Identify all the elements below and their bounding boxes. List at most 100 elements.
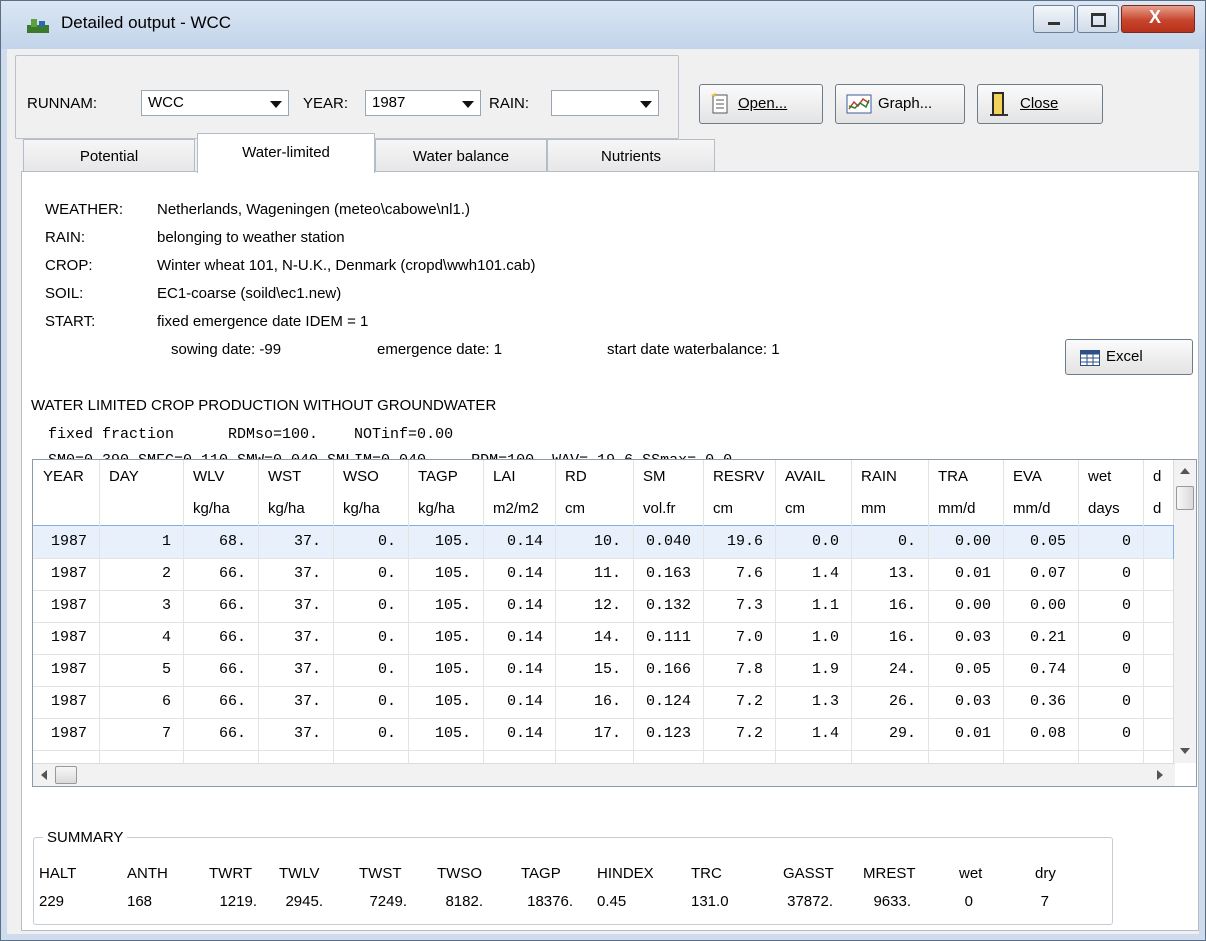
scrollbar-vertical[interactable] [1173,460,1196,763]
column-header[interactable]: TAGP [418,468,458,485]
summary-value: 7249. [369,893,407,910]
graph-button[interactable]: Graph... [835,84,965,124]
open-button[interactable]: Open... [699,84,823,124]
summary-header: TAGP [521,865,561,882]
summary-value: 7 [1040,893,1049,910]
column-unit: vol.fr [643,500,676,517]
minimize-icon [1048,22,1060,25]
close-window-button[interactable]: X [1121,5,1195,33]
summary-group [33,837,1113,925]
table-cell: 66. [218,597,246,614]
scroll-right-icon[interactable] [1157,770,1163,780]
results-grid[interactable]: YEAR DAY WLV kg/ha WST kg/ha WSO kg/ha TAGP kg/ha… [32,459,1197,787]
column-header[interactable]: DAY [109,468,139,485]
column-header[interactable]: WST [268,468,301,485]
scrollbar-thumb[interactable] [1176,486,1194,510]
table-cell: 105. [434,725,471,742]
table-cell: 16. [888,597,916,614]
summary-value: 2945. [285,893,323,910]
scrollbar-h-thumb[interactable] [55,766,77,784]
scroll-left-icon[interactable] [41,770,47,780]
close-button[interactable]: Close [977,84,1103,124]
column-header[interactable]: WLV [193,468,224,485]
table-cell: 105. [434,661,471,678]
summary-value: 229 [39,893,65,910]
scroll-up-icon[interactable] [1180,468,1190,474]
table-cell: 1.0 [811,629,839,646]
table-cell: 7.8 [735,661,763,678]
summary-value: 1219. [219,893,257,910]
column-header[interactable]: YEAR [43,468,84,485]
tab-nutrients-label: Nutrients [600,148,662,165]
table-cell: 13. [888,565,916,582]
table-cell: 4 [161,629,171,646]
column-header[interactable]: LAI [493,468,516,485]
runnam-select[interactable]: WCC [141,90,289,116]
column-divider [183,460,184,763]
summary-value: 131.0 [691,893,729,910]
tab-water-limited[interactable]: Water-limited [197,133,375,173]
rain-value-text: belonging to weather station [157,229,345,246]
year-select[interactable]: 1987 [365,90,481,116]
summary-header: TWSO [437,865,482,882]
weather-key: WEATHER: [45,201,124,218]
start-key: START: [45,313,96,330]
column-header[interactable]: d [1153,468,1161,485]
tab-potential[interactable]: Potential [23,139,195,171]
table-cell: 105. [434,693,471,710]
summary-value: 9633. [873,893,911,910]
column-header[interactable]: RESRV [713,468,764,485]
scroll-down-icon[interactable] [1180,748,1190,754]
window-title: Detailed output - WCC [61,13,232,32]
title-bar[interactable]: Detailed output - WCC X [1,1,1205,49]
column-header[interactable]: AVAIL [785,468,825,485]
minimize-button[interactable] [1033,5,1075,33]
column-header[interactable]: WSO [343,468,379,485]
table-cell: 0. [377,629,396,646]
soil-key: SOIL: [45,285,84,302]
start-value: fixed emergence date IDEM = 1 [157,313,369,330]
column-unit: cm [565,500,585,517]
maximize-button[interactable] [1077,5,1119,33]
maximize-icon [1091,13,1106,27]
tab-water-balance[interactable]: Water balance [375,139,547,171]
table-cell: 29. [888,725,916,742]
excel-button[interactable]: Excel [1065,339,1193,375]
table-cell: 1 [161,533,171,550]
table-cell: 0.03 [954,693,991,710]
table-cell: 0.14 [506,597,543,614]
column-header[interactable]: TRA [938,468,968,485]
column-divider [258,460,259,763]
table-cell: 68. [218,533,246,550]
column-header[interactable]: RAIN [861,468,897,485]
table-cell: 0.01 [954,565,991,582]
table-cell: 105. [434,565,471,582]
tab-water-balance-label: Water balance [412,148,510,165]
summary-header: TWST [359,865,402,882]
table-cell: 1.4 [811,565,839,582]
rain-select[interactable] [551,90,659,116]
column-header[interactable]: RD [565,468,587,485]
column-divider [703,460,704,763]
year-label: YEAR: [303,95,349,112]
column-unit: cm [785,500,805,517]
column-header[interactable]: SM [643,468,666,485]
table-cell: 0 [1121,533,1131,550]
table-cell: 0.03 [954,629,991,646]
close-label: Close [1020,95,1059,112]
table-cell: 1987 [50,693,87,710]
tab-nutrients[interactable]: Nutrients [547,139,715,171]
scrollbar-horizontal[interactable] [33,763,1175,786]
column-header[interactable]: EVA [1013,468,1042,485]
table-cell: 24. [888,661,916,678]
table-cell: 0.123 [645,725,691,742]
table-cell: 0.124 [645,693,691,710]
column-unit: days [1088,500,1120,517]
column-divider [1003,460,1004,763]
column-unit: kg/ha [268,500,305,517]
runnam-value: WCC [148,94,184,111]
table-cell: 10. [593,533,621,550]
table-cell: 1.4 [811,725,839,742]
column-header[interactable]: wet [1088,468,1111,485]
table-cell: 1.9 [811,661,839,678]
